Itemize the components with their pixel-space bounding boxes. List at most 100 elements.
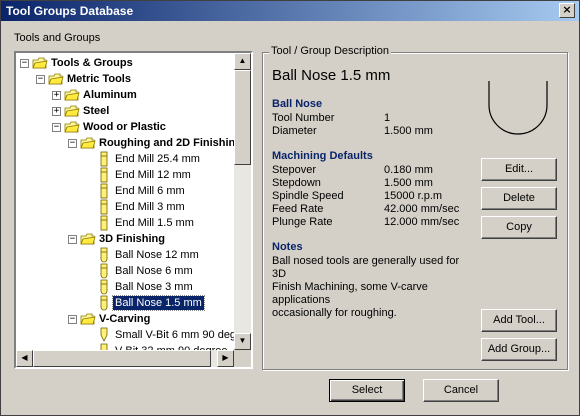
tree-node-label: End Mill 25.4 mm: [115, 153, 200, 165]
tool-tree-list: − Tools & Groups − Metric Tools + Aluminum + St…: [16, 53, 235, 351]
collapse-icon[interactable]: −: [20, 59, 29, 68]
ball-nose-icon: [96, 279, 112, 295]
end-mill-icon: [96, 215, 112, 231]
tree-node-label: Ball Nose 12 mm: [115, 249, 199, 261]
tree-node[interactable]: End Mill 12 mm: [16, 167, 235, 183]
copy-button[interactable]: Copy: [481, 216, 557, 239]
spindle-speed-label: Spindle Speed: [272, 190, 344, 202]
tree-node-label: V-Carving: [99, 313, 151, 325]
notes-line: applications: [272, 294, 331, 306]
collapse-icon[interactable]: −: [52, 123, 61, 132]
select-button[interactable]: Select: [329, 379, 405, 402]
scroll-left-button[interactable]: ◀: [16, 350, 33, 367]
machining-defaults-heading: Machining Defaults: [272, 150, 373, 162]
notes-line: occasionally for roughing.: [272, 307, 397, 319]
end-mill-icon: [96, 183, 112, 199]
collapse-icon[interactable]: −: [68, 235, 77, 244]
tree-node-label: Ball Nose 3 mm: [115, 281, 193, 293]
ball-nose-icon: [96, 263, 112, 279]
feed-rate-label: Feed Rate: [272, 203, 324, 215]
collapse-icon[interactable]: −: [68, 139, 77, 148]
expand-icon[interactable]: +: [52, 107, 61, 116]
folder-icon: [32, 55, 48, 71]
folder-icon: [80, 135, 96, 151]
add-group-button[interactable]: Add Group...: [481, 338, 557, 361]
scroll-right-button[interactable]: ▶: [217, 350, 234, 367]
tree-node[interactable]: − 3D Finishing: [16, 231, 235, 247]
tree-node[interactable]: Ball Nose 6 mm: [16, 263, 235, 279]
tree-node[interactable]: − Roughing and 2D Finishing: [16, 135, 235, 151]
tool-tree-view[interactable]: − Tools & Groups − Metric Tools + Aluminum + St…: [14, 51, 253, 369]
tree-node[interactable]: + Aluminum: [16, 87, 235, 103]
scrollbar-corner: [234, 350, 251, 367]
ball-nose-icon: [96, 247, 112, 263]
tree-node[interactable]: End Mill 6 mm: [16, 183, 235, 199]
stepdown-label: Stepdown: [272, 177, 321, 189]
tree-node[interactable]: End Mill 1.5 mm: [16, 215, 235, 231]
tree-node-label: Aluminum: [83, 89, 137, 101]
tree-node-label: Steel: [83, 105, 110, 117]
tree-node-label: Ball Nose 6 mm: [115, 265, 193, 277]
expand-icon[interactable]: +: [52, 91, 61, 100]
v-bit-icon: [96, 327, 112, 343]
window-title: Tool Groups Database: [6, 4, 134, 18]
tree-node[interactable]: + Steel: [16, 103, 235, 119]
tree-node[interactable]: Ball Nose 12 mm: [16, 247, 235, 263]
collapse-icon[interactable]: −: [68, 315, 77, 324]
title-bar[interactable]: Tool Groups Database ×: [1, 1, 579, 21]
tree-node[interactable]: End Mill 3 mm: [16, 199, 235, 215]
collapse-icon[interactable]: −: [36, 75, 45, 84]
tree-node-label: Metric Tools: [67, 73, 131, 85]
tree-node[interactable]: Small V-Bit 6 mm 90 degree: [16, 327, 235, 343]
tool-number-value: 1: [384, 112, 391, 124]
tool-groups-dialog: Tool Groups Database × Tools and Groups …: [0, 0, 580, 416]
ball-nose-profile-icon: [488, 81, 548, 135]
tree-node[interactable]: End Mill 25.4 mm: [16, 151, 235, 167]
description-legend: Tool / Group Description: [269, 45, 391, 57]
tree-node-label: Tools & Groups: [51, 57, 133, 69]
folder-icon: [80, 231, 96, 247]
scroll-down-button[interactable]: ▼: [234, 333, 251, 350]
tree-node[interactable]: − V-Carving: [16, 311, 235, 327]
tools-and-groups-label: Tools and Groups: [14, 32, 101, 44]
cancel-button[interactable]: Cancel: [423, 379, 499, 402]
notes-heading: Notes: [272, 241, 303, 253]
tree-node[interactable]: Ball Nose 1.5 mm: [16, 295, 235, 311]
stepover-value: 0.180 mm: [384, 164, 433, 176]
scroll-up-button[interactable]: ▲: [234, 53, 251, 70]
notes-line: Ball nosed tools are generally used for …: [272, 255, 460, 280]
tree-node-label: End Mill 12 mm: [115, 169, 191, 181]
folder-icon: [64, 87, 80, 103]
tree-node-label: Small V-Bit 6 mm 90 degree: [115, 329, 235, 341]
tree-node-label: End Mill 6 mm: [115, 185, 185, 197]
tree-node[interactable]: − Wood or Plastic: [16, 119, 235, 135]
tree-horizontal-scrollbar[interactable]: ◀ ▶: [16, 350, 234, 367]
plunge-rate-value: 12.000 mm/sec: [384, 216, 460, 228]
tree-node[interactable]: Ball Nose 3 mm: [16, 279, 235, 295]
tree-node[interactable]: − Tools & Groups: [16, 55, 235, 71]
delete-button[interactable]: Delete: [481, 187, 557, 210]
edit-button[interactable]: Edit...: [481, 158, 557, 181]
folder-icon: [48, 71, 64, 87]
tree-vertical-scrollbar[interactable]: ▲ ▼: [234, 53, 251, 350]
stepover-label: Stepover: [272, 164, 317, 176]
stepdown-value: 1.500 mm: [384, 177, 433, 189]
end-mill-icon: [96, 199, 112, 215]
tree-node-label: Wood or Plastic: [83, 121, 166, 133]
horizontal-scroll-thumb[interactable]: [33, 350, 211, 367]
tree-node[interactable]: − Metric Tools: [16, 71, 235, 87]
folder-icon: [64, 103, 80, 119]
selected-tool-title: Ball Nose 1.5 mm: [272, 67, 391, 84]
end-mill-icon: [96, 151, 112, 167]
vertical-scroll-thumb[interactable]: [234, 70, 251, 165]
close-icon[interactable]: ×: [559, 3, 575, 18]
add-tool-button[interactable]: Add Tool...: [481, 309, 557, 332]
notes-line: Finish Machining, some V-carve: [272, 281, 428, 293]
diameter-label: Diameter: [272, 125, 317, 137]
tree-node-label: 3D Finishing: [99, 233, 165, 245]
end-mill-icon: [96, 167, 112, 183]
tree-node-label: End Mill 3 mm: [115, 201, 185, 213]
folder-icon: [64, 119, 80, 135]
tool-number-label: Tool Number: [272, 112, 335, 124]
notes-text: Ball nosed tools are generally used for …: [272, 255, 472, 320]
